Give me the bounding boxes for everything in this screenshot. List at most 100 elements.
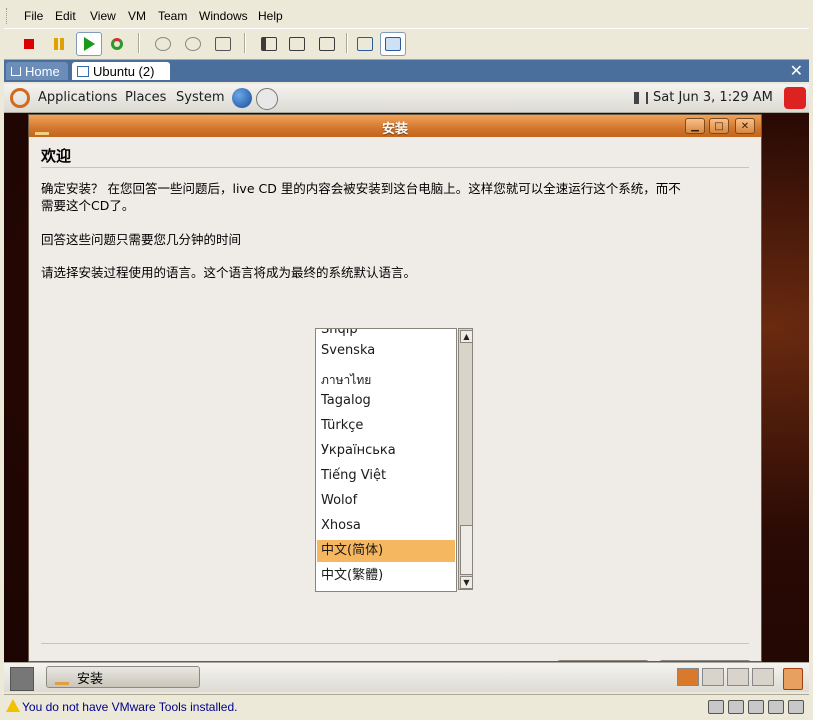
close-button[interactable]: ✕ xyxy=(735,118,755,134)
menu-places[interactable]: Places xyxy=(125,90,166,105)
snapshot-icon xyxy=(155,37,171,51)
tab-home-label: Home xyxy=(25,63,60,79)
volume-icon[interactable] xyxy=(634,92,648,104)
minimize-button[interactable]: ▁ xyxy=(685,118,705,134)
warning-icon xyxy=(6,699,20,712)
gnome-bottom-panel: 安装 xyxy=(4,662,809,692)
language-list[interactable]: Shqip Svenska ภาษาไทย Tagalog Türkçe Укр… xyxy=(315,328,457,592)
vmware-window: File Edit View VM Team Windows Help Home xyxy=(0,0,813,720)
workspace-1[interactable] xyxy=(677,668,699,686)
language-scrollbar[interactable]: ▲ ▼ xyxy=(458,328,473,590)
web-browser-icon[interactable] xyxy=(232,88,252,108)
console-icon xyxy=(385,37,401,51)
quick-switch-icon xyxy=(289,37,305,51)
workspace-4[interactable] xyxy=(752,668,774,686)
network-icon[interactable] xyxy=(748,700,764,714)
page-heading: 欢迎 xyxy=(41,147,72,165)
close-tab-icon[interactable]: ✕ xyxy=(790,61,803,80)
sidebar-icon xyxy=(261,37,277,51)
language-prompt: 请选择安装过程使用的语言。这个语言将成为最终的系统默认语言。 xyxy=(41,265,417,280)
installer-window: 安装 ▁ □ ✕ 欢迎 确定安装？ 在您回答一些问题后，live CD 里的内容… xyxy=(28,114,762,662)
workspace-2[interactable] xyxy=(702,668,724,686)
menu-edit[interactable]: Edit xyxy=(55,9,76,23)
summary-icon xyxy=(357,37,373,51)
menu-applications[interactable]: Applications xyxy=(38,90,117,105)
menu-windows[interactable]: Windows xyxy=(199,9,248,23)
suspend-button[interactable] xyxy=(46,32,72,56)
ubuntu-logo-icon xyxy=(10,88,30,108)
toolbar-separator xyxy=(244,33,246,53)
vmware-statusbar: You do not have VMware Tools installed. xyxy=(4,694,809,719)
vmware-toolbar xyxy=(4,28,809,60)
list-item[interactable]: ภาษาไทย xyxy=(317,369,455,391)
list-item[interactable]: Wolof xyxy=(317,490,455,512)
toolbar-separator xyxy=(346,33,348,53)
sound-icon[interactable] xyxy=(788,700,804,714)
guest-screen[interactable]: Applications Places System Sat Jun 3, 1:… xyxy=(4,84,809,692)
play-icon xyxy=(83,37,95,51)
usb-icon[interactable] xyxy=(768,700,784,714)
revert-icon xyxy=(185,37,201,51)
gnome-top-panel: Applications Places System Sat Jun 3, 1:… xyxy=(4,84,809,113)
pause-icon xyxy=(54,38,64,50)
workspace-3[interactable] xyxy=(727,668,749,686)
menu-view[interactable]: View xyxy=(90,9,116,23)
snapshot-manager-icon xyxy=(215,37,231,51)
email-client-icon[interactable] xyxy=(256,88,278,110)
menu-vm[interactable]: VM xyxy=(128,9,146,23)
list-item[interactable]: 中文(繁體) xyxy=(317,565,455,587)
tab-ubuntu[interactable]: Ubuntu (2) xyxy=(72,62,170,80)
vmware-menubar: File Edit View VM Team Windows Help xyxy=(4,6,809,26)
revert-snapshot-button[interactable] xyxy=(180,32,206,56)
tab-home[interactable]: Home xyxy=(6,62,68,80)
console-view-button[interactable] xyxy=(380,32,406,56)
intro-paragraph: 确定安装？ 在您回答一些问题后，live CD 里的内容会被安装到这台电脑上。这… xyxy=(41,181,681,213)
vmware-tools-status[interactable]: You do not have VMware Tools installed. xyxy=(22,700,237,714)
installer-title: 安装 xyxy=(381,122,408,137)
toolbar-separator xyxy=(138,33,140,53)
list-item[interactable]: Tagalog xyxy=(317,390,455,412)
menu-file[interactable]: File xyxy=(24,9,43,23)
show-desktop-icon[interactable] xyxy=(10,667,34,691)
stop-icon xyxy=(24,39,34,49)
taskbar-window-label: 安装 xyxy=(77,671,104,687)
list-item[interactable]: Tiếng Việt xyxy=(317,465,455,487)
clock[interactable]: Sat Jun 3, 1:29 AM xyxy=(653,90,773,105)
menu-team[interactable]: Team xyxy=(158,9,187,23)
taskbar-window-button[interactable]: 安装 xyxy=(46,666,200,688)
menubar-grip xyxy=(6,8,10,24)
time-paragraph: 回答这些问题只需要您几分钟的时间 xyxy=(41,232,242,247)
list-item[interactable]: Svenska xyxy=(317,340,455,362)
list-item[interactable]: Українська xyxy=(317,440,455,462)
show-sidebar-button[interactable] xyxy=(256,32,282,56)
footer-divider xyxy=(41,643,749,644)
menu-system[interactable]: System xyxy=(176,90,224,105)
full-screen-icon xyxy=(319,37,335,51)
home-icon xyxy=(11,66,21,76)
cdrom-icon[interactable] xyxy=(728,700,744,714)
trash-icon[interactable] xyxy=(783,668,803,690)
snapshot-manager-button[interactable] xyxy=(210,32,236,56)
scroll-thumb[interactable] xyxy=(460,525,473,575)
vmware-tabbar: Home Ubuntu (2) ✕ xyxy=(4,60,809,82)
floppy-icon[interactable] xyxy=(708,700,724,714)
scroll-up-icon[interactable]: ▲ xyxy=(460,330,473,343)
list-item[interactable]: Xhosa xyxy=(317,515,455,537)
installer-task-icon xyxy=(55,670,69,685)
quick-switch-button[interactable] xyxy=(284,32,310,56)
reset-button[interactable] xyxy=(104,32,130,56)
power-on-button[interactable] xyxy=(76,32,102,56)
installer-titlebar[interactable]: 安装 ▁ □ ✕ xyxy=(29,115,761,137)
menu-help[interactable]: Help xyxy=(258,9,283,23)
maximize-button[interactable]: □ xyxy=(709,118,729,134)
summary-view-button[interactable] xyxy=(352,32,378,56)
scroll-down-icon[interactable]: ▼ xyxy=(460,576,473,589)
list-item-selected[interactable]: 中文(简体) xyxy=(317,540,455,562)
full-screen-button[interactable] xyxy=(314,32,340,56)
shutdown-icon[interactable] xyxy=(784,87,806,109)
tab-ubuntu-label: Ubuntu (2) xyxy=(93,63,155,79)
vm-icon xyxy=(77,65,89,77)
snapshot-button[interactable] xyxy=(150,32,176,56)
power-off-button[interactable] xyxy=(16,32,42,56)
list-item[interactable]: Türkçe xyxy=(317,415,455,437)
